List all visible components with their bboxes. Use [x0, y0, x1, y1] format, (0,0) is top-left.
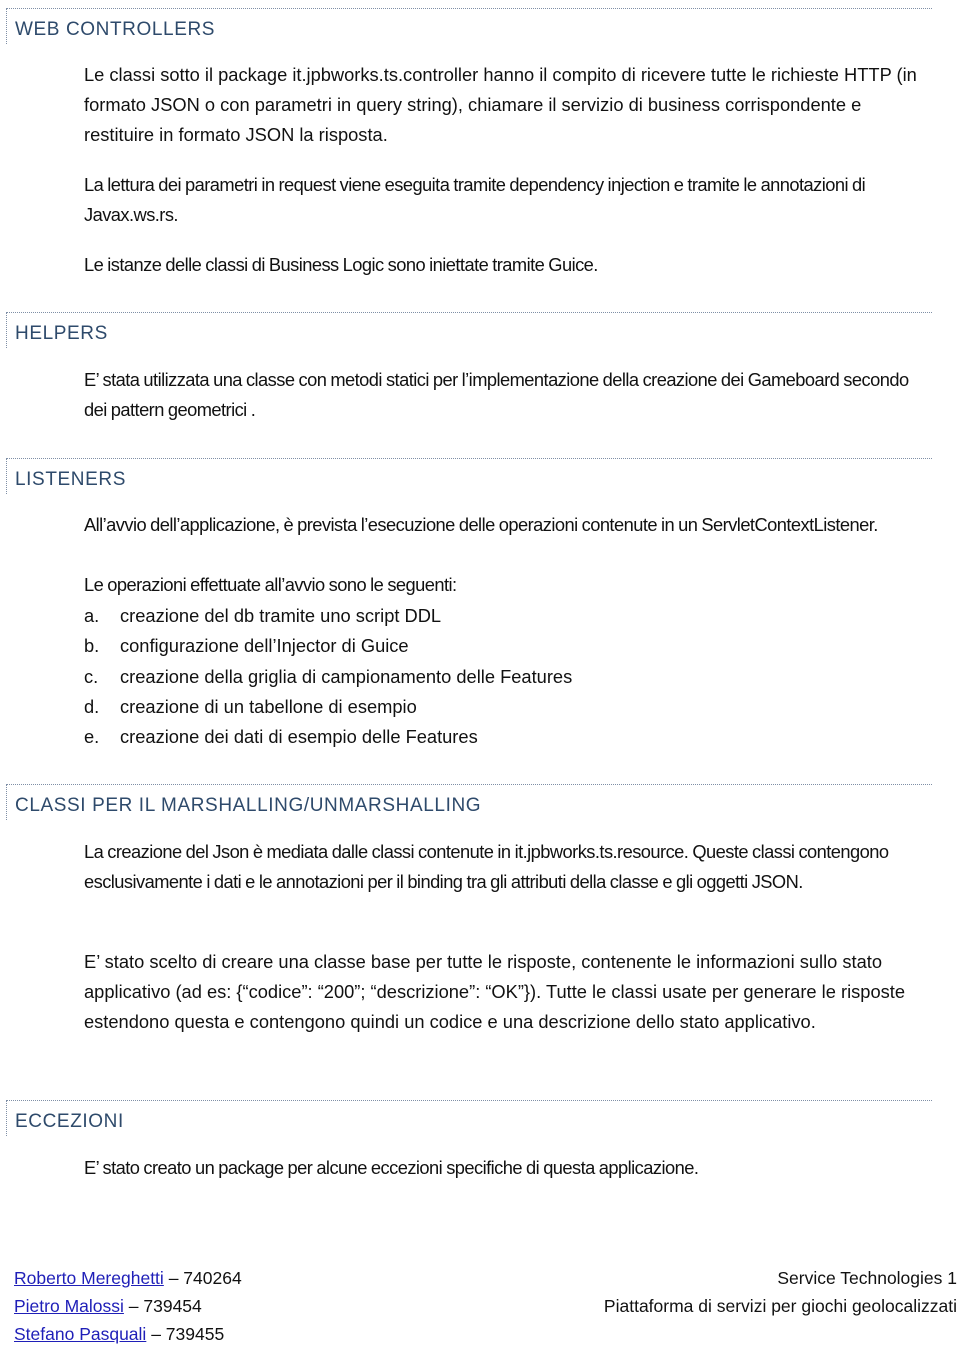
section-heading-marshalling: CLASSI PER IL MARSHALLING/UNMARSHALLING [6, 784, 932, 820]
list-item: b. configurazione dell’Injector di Guice [84, 631, 572, 661]
list-marker: e. [84, 726, 100, 748]
list-item: c. creazione della griglia di campionamen… [84, 662, 572, 692]
list-item-text: configurazione dell’Injector di Guice [120, 635, 409, 657]
course-name: Service Technologies 1 [777, 1268, 957, 1288]
eccezioni-paragraph-1: E’ stato creato un package per alcune ec… [84, 1157, 699, 1178]
list-item-text: creazione dei dati di esempio delle Feat… [120, 726, 478, 748]
author-student-id: – 739455 [151, 1324, 225, 1344]
list-item-text: creazione del db tramite uno script DDL [120, 605, 442, 626]
list-item: e. creazione dei dati di esempio delle Fe… [84, 722, 572, 752]
startup-operations-list: a. creazione del db tramite uno script DD… [84, 601, 572, 752]
author-entry: Roberto Mereghetti – 740264 [14, 1264, 242, 1292]
web-controllers-paragraph-1: Le classi sotto il package it.jpbworks.t… [84, 64, 917, 145]
author-link[interactable]: Stefano Pasquali [14, 1324, 146, 1344]
author-entry: Pietro Malossi – 739454 [14, 1292, 242, 1320]
list-marker: c. [84, 665, 99, 687]
list-item: a. creazione del db tramite uno script DD… [84, 601, 572, 631]
section-heading-web-controllers: WEB CONTROLLERS [6, 8, 932, 44]
list-item-text: creazione di un tabellone di esempio [120, 695, 417, 717]
author-student-id: – 739454 [128, 1296, 202, 1316]
author-entry: Stefano Pasquali – 739455 [14, 1320, 242, 1348]
web-controllers-paragraph-2: La lettura dei parametri in request vien… [84, 174, 866, 225]
author-link[interactable]: Pietro Malossi [14, 1296, 124, 1316]
list-marker: b. [84, 635, 100, 657]
author-link[interactable]: Roberto Mereghetti [14, 1268, 164, 1288]
section-heading-eccezioni: ECCEZIONI [6, 1100, 932, 1136]
section-heading-helpers: HELPERS [6, 312, 932, 348]
web-controllers-paragraph-3: Le istanze delle classi di Business Logi… [84, 254, 598, 275]
list-item: d. creazione di un tabellone di esempio [84, 692, 572, 722]
list-marker: d. [84, 695, 100, 717]
helpers-paragraph-1: E’ stata utilizzata una classe con metod… [84, 369, 909, 420]
list-item-text: creazione della griglia di campionamento… [120, 665, 573, 687]
list-marker: a. [84, 605, 100, 626]
footer-course-info: Service Technologies 1 Piattaforma di se… [604, 1264, 957, 1320]
marshalling-paragraph-2: E’ stato scelto di creare una classe bas… [84, 951, 905, 1032]
footer-authors: Roberto Mereghetti – 740264 Pietro Malos… [14, 1264, 242, 1348]
project-title: Piattaforma di servizi per giochi geoloc… [603, 1296, 957, 1316]
listeners-paragraph-2: Le operazioni effettuate all’avvio sono … [84, 574, 457, 595]
listeners-paragraph-1: All’avvio dell’applicazione, è prevista … [84, 514, 878, 535]
marshalling-paragraph-1: La creazione del Json è mediata dalle cl… [84, 841, 889, 892]
section-heading-listeners: LISTENERS [6, 458, 932, 494]
author-student-id: – 740264 [168, 1268, 242, 1288]
